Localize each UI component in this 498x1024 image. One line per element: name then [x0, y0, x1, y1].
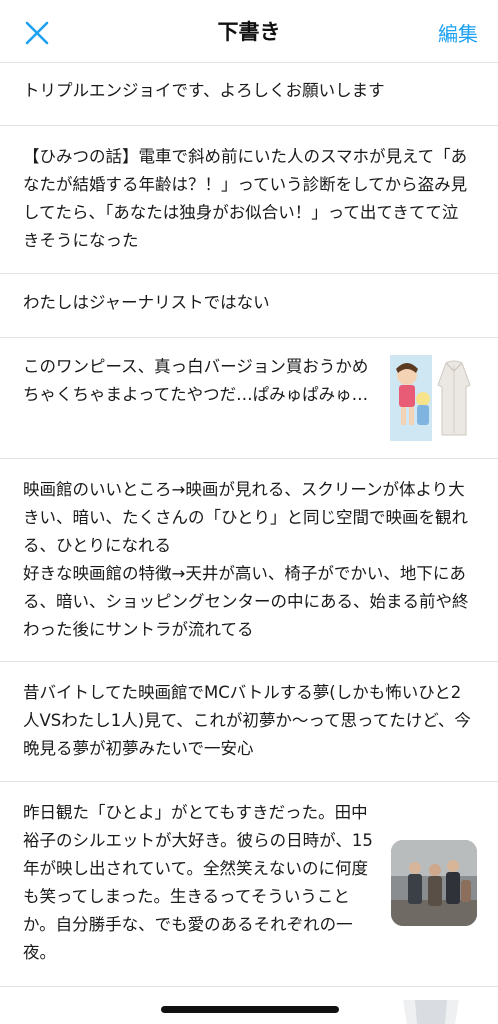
- draft-item[interactable]: わたしはジャーナリストではない: [0, 274, 498, 338]
- draft-item[interactable]: 昔バイトしてた映画館でMCバトルする夢(しかも怖いひと2人VSわたし1人)見て、…: [0, 662, 498, 782]
- draft-text: 昔バイトしてた映画館でMCバトルする夢(しかも怖いひと2人VSわたし1人)見て、…: [23, 683, 471, 758]
- movie-still-image: [391, 840, 477, 926]
- draft-item[interactable]: このワンピース、真っ白バージョン買おうかめちゃくちゃまよってたやつだ…ぱみゅぱみ…: [0, 338, 498, 459]
- page-title: 下書き: [217, 20, 281, 44]
- edit-button[interactable]: 編集: [438, 18, 478, 47]
- draft-text: 映画館のいいところ→映画が見れる、スクリーンが体より大きい、暗い、たくさんの「ひ…: [23, 480, 469, 639]
- draft-item[interactable]: 【ひみつの話】電車で斜め前にいた人のスマホが見えて「あなたが結婚する年齢は？！」…: [0, 126, 498, 274]
- close-icon: [25, 21, 49, 45]
- fashion-collage-image: [390, 355, 476, 441]
- navigation-bar: 下書き 編集: [0, 0, 498, 63]
- draft-text: 【ひみつの話】電車で斜め前にいた人のスマホが見えて「あなたが結婚する年齢は？！」…: [23, 147, 468, 250]
- partial-thumbnail-image: [395, 1000, 467, 1024]
- draft-item[interactable]: トリプルエンジョイです、よろしくお願いします: [0, 63, 498, 126]
- draft-text: 昨日観た「ひとよ」がとてもすきだった。田中裕子のシルエットが大好き。彼らの日時が…: [23, 803, 373, 962]
- drafts-screen: 下書き 編集 トリプルエンジョイです、よろしくお願いします 【ひみつの話】電車で…: [0, 0, 498, 1024]
- home-indicator: [161, 1006, 339, 1013]
- draft-text: トリプルエンジョイです、よろしくお願いします: [23, 81, 385, 100]
- draft-item[interactable]: 昨日観た「ひとよ」がとてもすきだった。田中裕子のシルエットが大好き。彼らの日時が…: [0, 782, 498, 987]
- draft-text: わたしはジャーナリストではない: [23, 293, 270, 312]
- draft-text: このワンピース、真っ白バージョン買おうかめちゃくちゃまよってたやつだ…ぱみゅぱみ…: [23, 357, 369, 404]
- close-button[interactable]: [18, 14, 56, 52]
- draft-item[interactable]: 映画館のいいところ→映画が見れる、スクリーンが体より大きい、暗い、たくさんの「ひ…: [0, 459, 498, 662]
